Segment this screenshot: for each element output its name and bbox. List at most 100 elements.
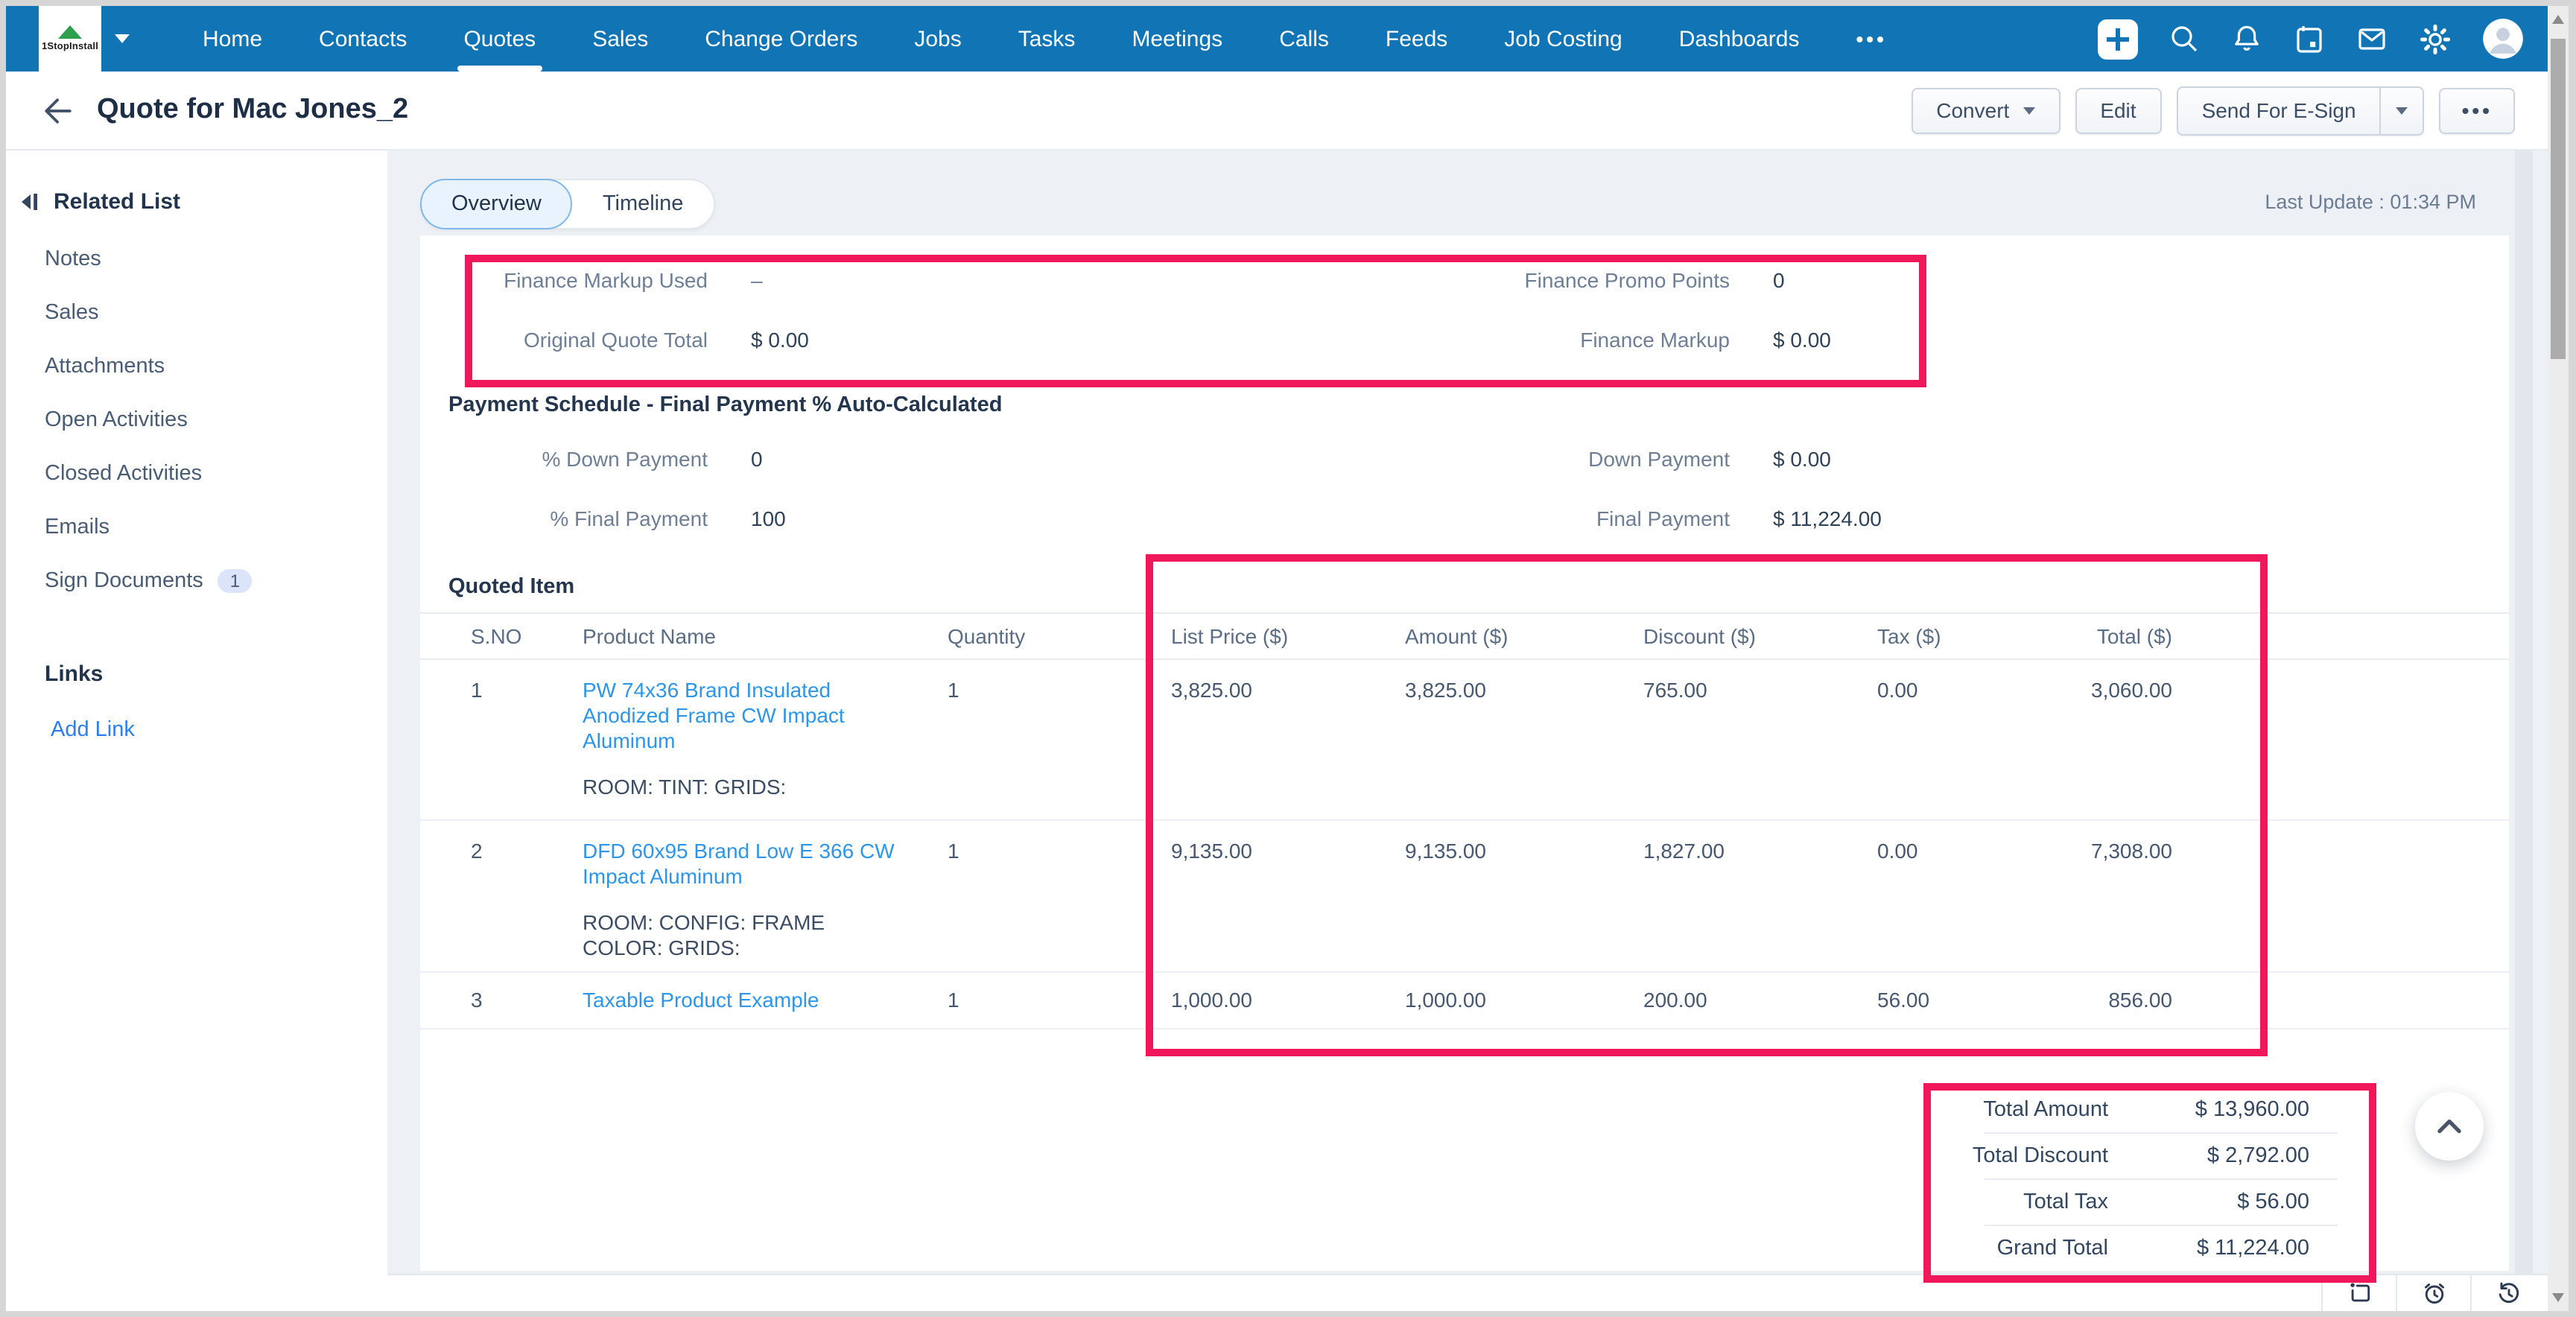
- page-body: Related List Notes Sales Attachments Ope…: [6, 150, 2548, 1311]
- edit-button[interactable]: Edit: [2075, 87, 2161, 133]
- cell-quantity: 1: [948, 839, 1171, 971]
- column-header-discount: Discount ($): [1643, 624, 1877, 648]
- convert-button[interactable]: Convert: [1911, 87, 2060, 133]
- column-header-product-name: Product Name: [583, 624, 948, 648]
- field-label: Final Payment: [1333, 507, 1730, 530]
- nav-item-change-orders[interactable]: Change Orders: [676, 6, 886, 72]
- window-scrollbar[interactable]: [2548, 6, 2569, 1311]
- nav-item-tasks[interactable]: Tasks: [990, 6, 1104, 72]
- avatar[interactable]: [2482, 18, 2524, 60]
- reminders-button[interactable]: [2396, 1275, 2470, 1311]
- brand-house-icon: [58, 25, 82, 39]
- cell-tax: 0.00: [1877, 678, 2056, 819]
- cell-quantity: 1: [948, 988, 1171, 1028]
- nav-item-job-costing[interactable]: Job Costing: [1476, 6, 1650, 72]
- finance-row-2: Original Quote Total $ 0.00 Finance Mark…: [420, 310, 2509, 369]
- last-update-text: Last Update : 01:34 PM: [2265, 191, 2476, 213]
- sidebar-item-notes[interactable]: Notes: [6, 232, 387, 286]
- quick-create-plus-icon[interactable]: [2098, 19, 2138, 59]
- scrollbar-down-arrow-icon[interactable]: [2552, 1293, 2564, 1302]
- brand-logo[interactable]: 1StopInstall: [39, 6, 101, 72]
- totals-summary: Total Amount $ 13,960.00 Total Discount …: [1895, 1086, 2353, 1271]
- nav-item-feeds[interactable]: Feeds: [1357, 6, 1476, 72]
- table-row: 2 DFD 60x95 Brand Low E 366 CW Impact Al…: [420, 821, 2509, 973]
- cell-quantity: 1: [948, 678, 1171, 819]
- product-link[interactable]: Taxable Product Example: [583, 988, 948, 1013]
- cell-list-price: 9,135.00: [1171, 839, 1405, 971]
- page-title: Quote for Mac Jones_2: [97, 94, 408, 127]
- column-header-tax: Tax ($): [1877, 624, 2056, 648]
- sign-documents-count-badge: 1: [218, 569, 252, 593]
- recent-items-button[interactable]: [2470, 1275, 2545, 1311]
- calendar-icon[interactable]: [2293, 22, 2326, 55]
- scrollbar-up-arrow-icon[interactable]: [2552, 15, 2564, 24]
- related-list-title: Related List: [54, 189, 180, 215]
- nav-item-quotes[interactable]: Quotes: [435, 6, 564, 72]
- column-header-amount: Amount ($): [1405, 624, 1643, 648]
- nav-item-dashboards[interactable]: Dashboards: [1651, 6, 1828, 72]
- nav-item-contacts[interactable]: Contacts: [291, 6, 435, 72]
- nav-item-home[interactable]: Home: [174, 6, 291, 72]
- back-arrow-icon[interactable]: [42, 95, 73, 126]
- quick-note-button[interactable]: [2321, 1275, 2396, 1311]
- sidebar-item-emails[interactable]: Emails: [6, 501, 387, 554]
- brand-chevron-down-icon[interactable]: [115, 34, 130, 43]
- edit-label: Edit: [2100, 98, 2136, 122]
- total-discount-row: Total Discount $ 2,792.00: [1895, 1132, 2353, 1178]
- crm-app: 1StopInstall Home Contacts Quotes Sales …: [6, 6, 2548, 1311]
- table-header-row: S.NO Product Name Quantity List Price ($…: [420, 612, 2509, 660]
- column-header-quantity: Quantity: [948, 624, 1171, 648]
- browser-window: 1StopInstall Home Contacts Quotes Sales …: [0, 0, 2576, 1317]
- payment-row-2: % Final Payment 100 Final Payment $ 11,2…: [420, 489, 2509, 548]
- field-label: Finance Markup Used: [420, 268, 708, 292]
- esign-dropdown-button[interactable]: [2380, 87, 2423, 133]
- field-label: % Final Payment: [420, 507, 708, 530]
- related-list-items: Notes Sales Attachments Open Activities …: [6, 232, 387, 608]
- nav-item-more[interactable]: •••: [1828, 6, 1915, 72]
- field-value: $ 0.00: [1730, 328, 2509, 352]
- field-value: $ 0.00: [708, 328, 1333, 352]
- product-link[interactable]: PW 74x36 Brand Insulated Anodized Frame …: [583, 678, 948, 754]
- collapse-panel-icon[interactable]: [18, 192, 39, 212]
- cell-list-price: 1,000.00: [1171, 988, 1405, 1028]
- grand-total-row: Grand Total $ 11,224.00: [1895, 1225, 2353, 1271]
- cell-sno: 1: [471, 678, 583, 819]
- scroll-to-top-button[interactable]: [2415, 1092, 2484, 1161]
- nav-item-sales[interactable]: Sales: [564, 6, 676, 72]
- sidebar-item-attachments[interactable]: Attachments: [6, 340, 387, 393]
- convert-chevron-down-icon: [2023, 107, 2034, 114]
- payment-row-1: % Down Payment 0 Down Payment $ 0.00: [420, 429, 2509, 489]
- tab-overview[interactable]: Overview: [420, 179, 573, 229]
- nav-item-calls[interactable]: Calls: [1251, 6, 1357, 72]
- column-header-total: Total ($): [2056, 624, 2172, 648]
- nav-item-meetings[interactable]: Meetings: [1103, 6, 1251, 72]
- tab-timeline[interactable]: Timeline: [573, 182, 714, 226]
- more-actions-button[interactable]: •••: [2440, 87, 2515, 133]
- gear-icon[interactable]: [2418, 22, 2452, 56]
- sidebar-item-closed-activities[interactable]: Closed Activities: [6, 447, 387, 501]
- search-icon[interactable]: [2168, 22, 2201, 55]
- column-header-sno: S.NO: [471, 624, 583, 648]
- sidebar-item-open-activities[interactable]: Open Activities: [6, 393, 387, 447]
- cell-total: 3,060.00: [2056, 678, 2172, 819]
- add-link[interactable]: Add Link: [6, 718, 387, 742]
- sidebar: Related List Notes Sales Attachments Ope…: [6, 150, 389, 1311]
- product-link[interactable]: DFD 60x95 Brand Low E 366 CW Impact Alum…: [583, 839, 948, 889]
- field-label: Down Payment: [1333, 447, 1730, 471]
- content-scrollbar[interactable]: [2515, 150, 2533, 1275]
- esign-chevron-down-icon: [2396, 107, 2408, 114]
- send-for-esign-button[interactable]: Send For E-Sign: [2178, 87, 2380, 133]
- sidebar-item-sales[interactable]: Sales: [6, 286, 387, 340]
- bell-icon[interactable]: [2230, 22, 2263, 55]
- field-value: –: [708, 268, 1333, 292]
- nav-item-jobs[interactable]: Jobs: [886, 6, 989, 72]
- cell-discount: 1,827.00: [1643, 839, 1877, 971]
- payment-schedule-title: Payment Schedule - Final Payment % Auto-…: [448, 393, 1002, 417]
- finance-row-1: Finance Markup Used – Finance Promo Poin…: [420, 250, 2509, 310]
- table-row: 1 PW 74x36 Brand Insulated Anodized Fram…: [420, 660, 2509, 821]
- field-label: Original Quote Total: [420, 328, 708, 352]
- mail-icon[interactable]: [2355, 22, 2388, 55]
- scrollbar-thumb[interactable]: [2551, 39, 2566, 359]
- sidebar-item-sign-documents[interactable]: Sign Documents 1: [6, 554, 387, 608]
- overview-card: Finance Markup Used – Finance Promo Poin…: [420, 235, 2509, 1271]
